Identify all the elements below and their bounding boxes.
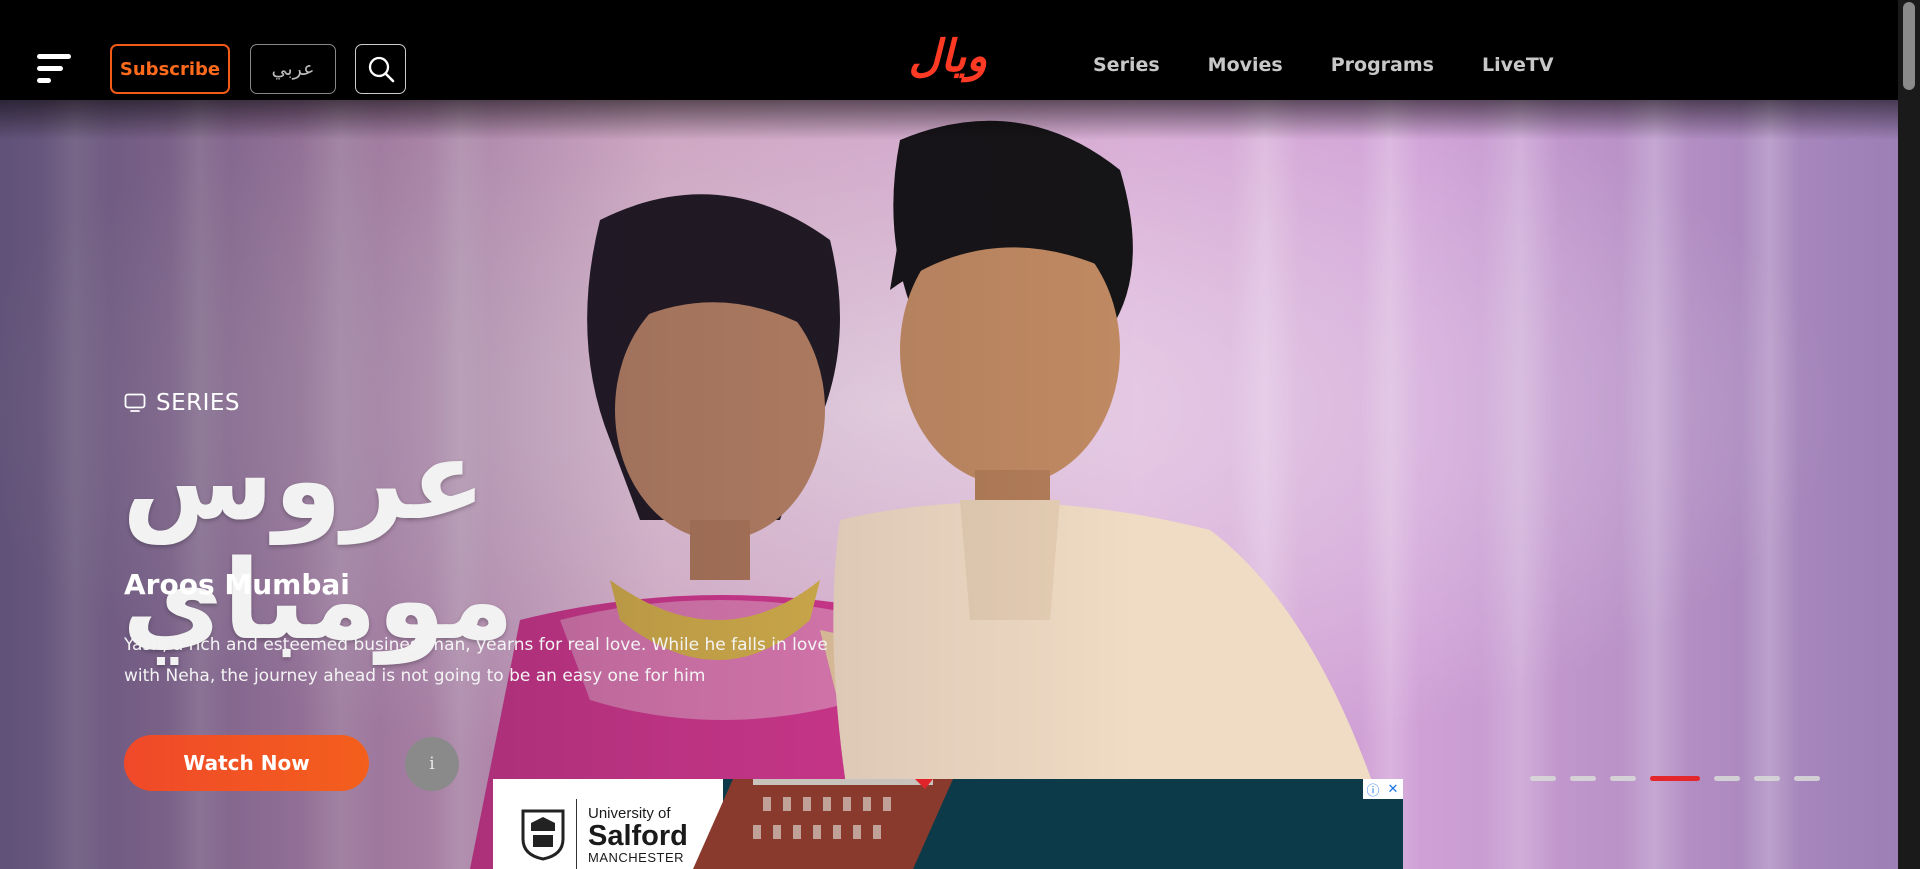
carousel-dot[interactable] — [1610, 776, 1636, 781]
search-icon — [368, 56, 394, 83]
nav-livetv[interactable]: LiveTV — [1482, 54, 1554, 84]
nav-programs[interactable]: Programs — [1331, 54, 1434, 84]
hamburger-menu-icon[interactable] — [37, 54, 73, 84]
hero-top-fade — [0, 100, 1898, 140]
adchoices-icon[interactable]: ⓘ — [1363, 779, 1383, 799]
language-toggle-button[interactable]: عربي — [250, 44, 336, 94]
carousel-dot[interactable] — [1714, 776, 1740, 781]
scrollbar-thumb[interactable] — [1903, 2, 1915, 90]
ad-line-3: MANCHESTER — [588, 850, 685, 865]
hero-description: Yash, a rich and esteemed businessman, y… — [124, 635, 828, 686]
ad-university-name: University of Salford MANCHESTER — [588, 805, 688, 865]
ad-building-image — [693, 779, 953, 869]
site-logo[interactable]: ويال — [888, 28, 1008, 84]
info-button[interactable]: i — [405, 737, 459, 791]
carousel-indicators — [1530, 776, 1820, 781]
tv-icon — [124, 393, 146, 412]
top-navigation-bar: Subscribe عربي ويال Series Movies Progra… — [0, 0, 1898, 100]
nav-series[interactable]: Series — [1093, 54, 1160, 84]
carousel-dot[interactable] — [1530, 776, 1556, 781]
ad-divider — [576, 799, 577, 869]
subscribe-button[interactable]: Subscribe — [110, 44, 230, 94]
content-type-row: SERIES — [124, 390, 240, 416]
carousel-dot[interactable] — [1570, 776, 1596, 781]
advertisement-banner[interactable]: University of Salford MANCHESTER ⓘ ✕ — [493, 779, 1403, 869]
carousel-dot[interactable] — [1650, 776, 1700, 781]
content-type-label: SERIES — [156, 390, 241, 416]
carousel-dot[interactable] — [1794, 776, 1820, 781]
university-crest-icon — [521, 809, 565, 861]
ad-logo-panel: University of Salford MANCHESTER — [493, 779, 723, 869]
watch-now-button[interactable]: Watch Now — [124, 735, 369, 791]
carousel-dot[interactable] — [1754, 776, 1780, 781]
nav-movies[interactable]: Movies — [1208, 54, 1283, 84]
title-english: Aroos Mumbai — [124, 568, 350, 601]
close-icon[interactable]: ✕ — [1383, 779, 1403, 799]
ad-line-2: Salford — [588, 820, 688, 852]
main-nav: Series Movies Programs LiveTV — [1093, 54, 1554, 84]
title-arabic-logo: عروس مومباي — [122, 416, 516, 664]
page-scrollbar[interactable] — [1898, 0, 1920, 869]
search-button[interactable] — [355, 44, 406, 94]
ad-controls: ⓘ ✕ — [1363, 779, 1403, 799]
hero-banner[interactable]: SERIES عروس مومباي Aroos Mumbai Yash, a … — [0, 100, 1898, 869]
